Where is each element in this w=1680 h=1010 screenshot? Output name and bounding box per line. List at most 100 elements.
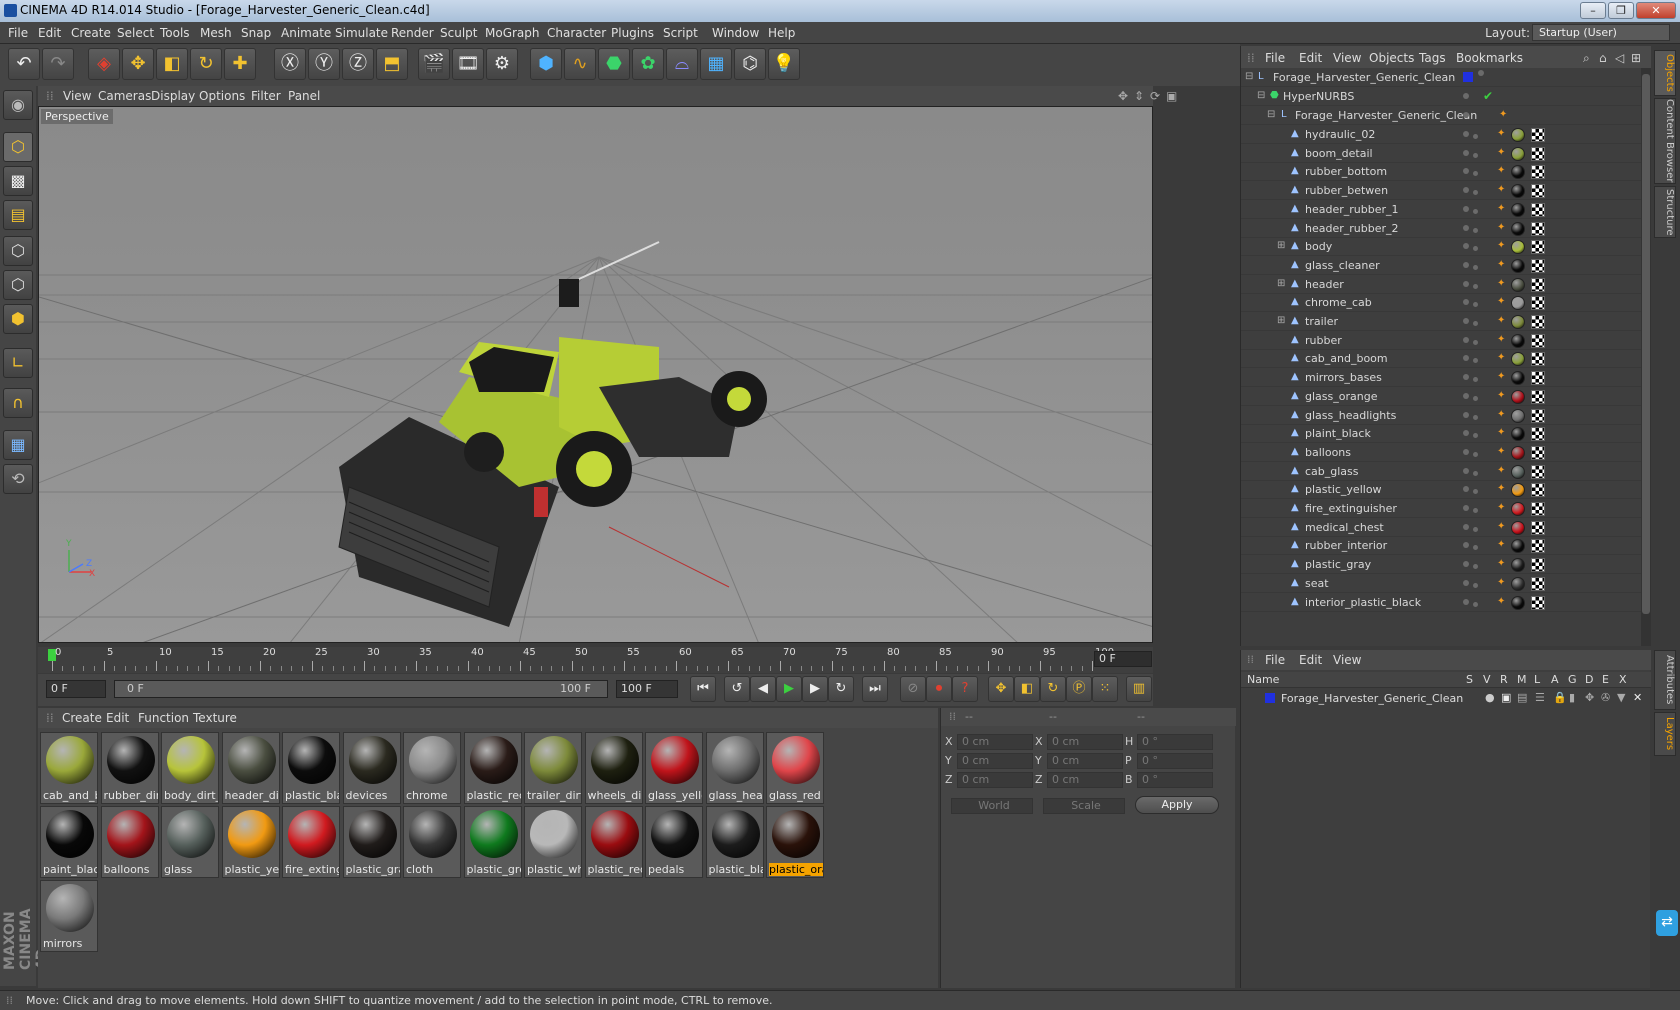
snap-icon[interactable]: ▦ — [3, 430, 33, 460]
render-dot[interactable] — [1473, 526, 1478, 532]
layer-col-flag[interactable]: S — [1466, 673, 1473, 686]
uvw-tag-icon[interactable] — [1531, 389, 1545, 404]
material-tag-icon[interactable] — [1511, 464, 1525, 479]
object-row-root[interactable]: ⊟ L Forage_Harvester_Generic_Clean — [1241, 68, 1641, 87]
material-tag-icon[interactable] — [1511, 389, 1525, 404]
move-tool-icon[interactable]: ✥ — [122, 48, 154, 80]
uvw-tag-icon[interactable] — [1531, 240, 1545, 255]
object-menu-tags[interactable]: Tags — [1419, 51, 1446, 65]
go-to-end-icon[interactable]: ⏭ — [862, 676, 888, 702]
key-rotation-icon[interactable]: ↻ — [1040, 676, 1066, 702]
render-picture-viewer-icon[interactable]: 🎞 — [452, 48, 484, 80]
object-row[interactable]: ⊞ ▲ trailer ✦ — [1241, 312, 1641, 331]
object-row[interactable]: ▲ medical_chest ✦ — [1241, 518, 1641, 537]
key-position-icon[interactable]: ✥ — [988, 676, 1014, 702]
material-swatch[interactable]: wheels_dir — [584, 732, 643, 804]
uvw-tag-icon[interactable] — [1531, 483, 1545, 498]
material-swatch[interactable]: pedals — [645, 806, 703, 878]
layer-manager-icon[interactable]: ☰ — [1535, 691, 1545, 704]
polygons-mode-icon[interactable]: ⬢ — [3, 304, 33, 334]
material-tag-icon[interactable] — [1511, 258, 1525, 273]
visibility-dot[interactable] — [1463, 467, 1469, 474]
material-tag-icon[interactable] — [1511, 427, 1525, 442]
home-icon[interactable]: ⌂ — [1599, 51, 1607, 65]
phong-tag-icon[interactable]: ✦ — [1497, 241, 1506, 251]
visibility-dot[interactable] — [1478, 70, 1484, 76]
material-menu-create[interactable]: Create — [62, 711, 102, 725]
material-swatch[interactable]: glass — [161, 806, 219, 878]
object-row[interactable]: ▲ plaint_black ✦ — [1241, 424, 1641, 444]
material-menu-edit[interactable]: Edit — [106, 711, 129, 725]
material-tag-icon[interactable] — [1511, 352, 1525, 367]
size-field[interactable]: 0 cm — [1047, 772, 1123, 788]
model-mode-icon[interactable]: ⬡ — [3, 132, 33, 162]
step-back-icon[interactable]: ◀ — [750, 676, 776, 702]
go-to-start-icon[interactable]: ⏮ — [690, 676, 716, 702]
layer-menu-file[interactable]: File — [1265, 653, 1285, 667]
material-swatch[interactable]: cloth — [403, 806, 461, 878]
phong-tag-icon[interactable]: ✦ — [1497, 559, 1506, 569]
object-row[interactable]: ▲ glass_cleaner ✦ — [1241, 256, 1641, 275]
play-icon[interactable]: ▶ — [776, 676, 802, 702]
layer-menu-edit[interactable]: Edit — [1299, 653, 1322, 667]
uvw-tag-icon[interactable] — [1531, 258, 1545, 273]
render-dot[interactable] — [1473, 246, 1478, 252]
rotation-field[interactable]: 0 ° — [1137, 734, 1213, 750]
next-key-icon[interactable]: ↻ — [828, 676, 854, 702]
material-swatch[interactable]: plastic_blac — [282, 732, 340, 804]
render-dot[interactable] — [1473, 283, 1478, 289]
material-swatch[interactable]: glass_yello — [645, 732, 703, 804]
tab-attributes[interactable]: Attributes — [1654, 650, 1676, 710]
size-field[interactable]: 0 cm — [1047, 734, 1123, 750]
make-editable-icon[interactable]: ◉ — [3, 90, 33, 120]
uvw-tag-icon[interactable] — [1531, 427, 1545, 442]
visibility-dot[interactable] — [1463, 131, 1469, 137]
layout-select[interactable]: Startup (User) — [1532, 24, 1670, 41]
render-dot[interactable] — [1473, 208, 1478, 214]
layer-col-flag[interactable]: X — [1619, 673, 1627, 686]
menu-edit[interactable]: Edit — [38, 26, 61, 40]
nurbs-generator-icon[interactable]: ⬣ — [598, 48, 630, 80]
phong-tag-icon[interactable]: ✦ — [1497, 372, 1506, 382]
visibility-dot[interactable] — [1463, 505, 1469, 511]
position-field[interactable]: 0 cm — [957, 734, 1033, 750]
menu-render[interactable]: Render — [391, 26, 434, 40]
visibility-dot[interactable] — [1463, 243, 1469, 250]
layer-col-flag[interactable]: G — [1568, 673, 1577, 686]
visibility-dot[interactable] — [1463, 280, 1469, 287]
phong-tag-icon[interactable]: ✦ — [1497, 316, 1506, 326]
phong-tag-icon[interactable]: ✦ — [1497, 353, 1506, 363]
visibility-dot[interactable] — [1463, 299, 1469, 306]
material-swatch[interactable]: fire_exting — [282, 806, 340, 878]
material-tag-icon[interactable] — [1511, 202, 1525, 217]
material-tag-icon[interactable] — [1511, 315, 1525, 329]
search-icon[interactable]: ⌕ — [1583, 51, 1590, 66]
phong-tag-icon[interactable]: ✦ — [1497, 390, 1506, 400]
material-swatch[interactable]: plastic_yell — [221, 806, 280, 878]
object-row[interactable]: ▲ glass_orange ✦ — [1241, 387, 1641, 406]
close-button[interactable]: ✕ — [1636, 2, 1676, 19]
viewport-rotate-icon[interactable]: ⟳ — [1150, 89, 1160, 103]
material-menu-function[interactable]: Function — [138, 711, 189, 725]
render-dot[interactable] — [1473, 339, 1478, 345]
uvw-tag-icon[interactable] — [1531, 296, 1545, 311]
uvw-tag-icon[interactable] — [1531, 221, 1545, 236]
object-row[interactable]: ▲ balloons ✦ — [1241, 443, 1641, 462]
object-row[interactable]: ▲ cab_glass ✦ — [1241, 462, 1641, 481]
render-dot[interactable] — [1473, 264, 1478, 270]
tab-layers[interactable]: Layers — [1654, 712, 1676, 756]
camera-icon[interactable]: ⌬ — [734, 48, 766, 80]
phong-tag-icon[interactable]: ✦ — [1497, 185, 1506, 195]
material-swatch[interactable]: body_dirt_t — [161, 732, 219, 804]
visibility-dot[interactable] — [1463, 411, 1469, 418]
object-menu-objects[interactable]: Objects — [1369, 51, 1414, 65]
viewport-zoom-icon[interactable]: ⇕ — [1134, 89, 1144, 103]
material-menu-texture[interactable]: Texture — [193, 711, 237, 725]
object-row[interactable]: ▲ interior_plastic_black ✦ — [1241, 593, 1641, 612]
material-swatch[interactable]: plastic_red — [463, 732, 522, 804]
uvw-tag-icon[interactable] — [1531, 371, 1545, 386]
x-axis-lock-icon[interactable]: Ⓧ — [274, 48, 306, 80]
visibility-dot[interactable] — [1463, 318, 1469, 324]
collapse-icon[interactable]: ◁ — [1615, 51, 1624, 65]
render-dot[interactable] — [1473, 377, 1478, 383]
